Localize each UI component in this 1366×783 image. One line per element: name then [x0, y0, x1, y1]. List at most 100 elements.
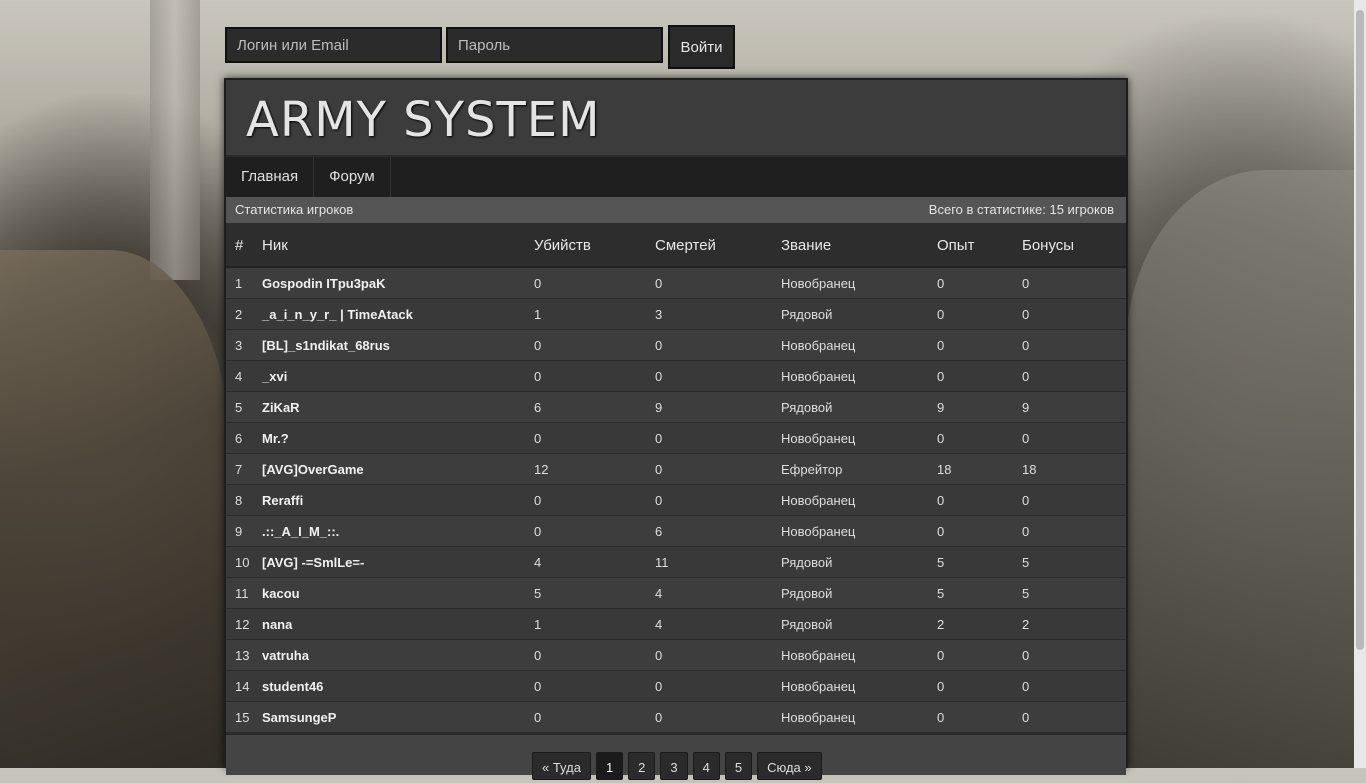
player-nick[interactable]: ZiKaR — [262, 400, 300, 415]
deaths-value: 9 — [655, 400, 663, 415]
rank-value: Ефрейтор — [781, 462, 843, 477]
rank-value: Рядовой — [781, 617, 833, 632]
row-number: 14 — [235, 679, 250, 694]
stats-table-header: # Ник Убийств Смертей Звание Опыт Бонусы — [226, 223, 1126, 268]
stats-subbar: Статистика игроков Всего в статистике: 1… — [226, 197, 1126, 223]
kills-value: 0 — [534, 493, 542, 508]
player-nick[interactable]: .::_A_I_M_::. — [262, 524, 339, 539]
deaths-value: 6 — [655, 524, 663, 539]
bonus-value: 0 — [1022, 307, 1030, 322]
table-row: 8 Reraffi 0 0 Новобранец 0 0 — [226, 485, 1126, 516]
pagination-page[interactable]: 2 — [628, 752, 656, 780]
rank-value: Рядовой — [781, 307, 833, 322]
table-row: 7 [AVG]OverGame 12 0 Ефрейтор 18 18 — [226, 454, 1126, 485]
table-row: 4 _xvi 0 0 Новобранец 0 0 — [226, 361, 1126, 392]
rank-value: Новобранец — [781, 648, 856, 663]
deaths-value: 0 — [655, 462, 663, 477]
pagination-prev[interactable]: « Туда — [532, 752, 591, 780]
deaths-value: 0 — [655, 431, 663, 446]
rank-value: Новобранец — [781, 369, 856, 384]
rank-value: Новобранец — [781, 524, 856, 539]
rank-value: Новобранец — [781, 338, 856, 353]
column-header-deaths: Смертей — [655, 237, 716, 254]
main-panel: ARMY SYSTEM Главная Форум Статистика игр… — [224, 78, 1128, 780]
player-nick[interactable]: SamsungeP — [262, 710, 336, 725]
bonus-value: 0 — [1022, 710, 1030, 725]
deaths-value: 0 — [655, 338, 663, 353]
pagination-page[interactable]: 5 — [724, 752, 753, 780]
pagination: « Туда 1 2 3 4 5 Сюда » — [532, 752, 827, 780]
row-number: 12 — [235, 617, 250, 632]
deaths-value: 0 — [655, 679, 663, 694]
background-scene — [150, 0, 200, 280]
kills-value: 1 — [534, 617, 542, 632]
player-nick[interactable]: [AVG]OverGame — [262, 462, 364, 477]
deaths-value: 4 — [655, 586, 663, 601]
kills-value: 1 — [534, 307, 542, 322]
pagination-page[interactable]: 4 — [692, 752, 720, 780]
nav-item-forum[interactable]: Форум — [314, 157, 391, 197]
kills-value: 12 — [534, 462, 549, 477]
table-row: 11 kacou 5 4 Рядовой 5 5 — [226, 578, 1126, 609]
kills-value: 6 — [534, 400, 542, 415]
login-button[interactable]: Войти — [668, 25, 735, 69]
bonus-value: 0 — [1022, 276, 1030, 291]
stats-table-body: 1 Gospodin ITpu3paK 0 0 Новобранец 0 0 2 _a_i_n_… — [226, 268, 1126, 733]
stats-total: Всего в статистике: 15 игроков — [928, 202, 1114, 217]
deaths-value: 0 — [655, 710, 663, 725]
player-nick[interactable]: [BL]_s1ndikat_68rus — [262, 338, 390, 353]
xp-value: 0 — [937, 369, 945, 384]
nav-item-home[interactable]: Главная — [226, 157, 315, 197]
player-nick[interactable]: Gospodin ITpu3paK — [262, 276, 386, 291]
pagination-next[interactable]: Сюда » — [757, 752, 822, 780]
player-nick[interactable]: Mr.? — [262, 431, 289, 446]
site-logo[interactable]: ARMY SYSTEM — [246, 92, 601, 148]
background-soldier-right — [1126, 170, 1366, 768]
xp-value: 0 — [937, 493, 945, 508]
rank-value: Рядовой — [781, 555, 833, 570]
deaths-value: 4 — [655, 617, 663, 632]
table-row: 14 student46 0 0 Новобранец 0 0 — [226, 671, 1126, 702]
player-nick[interactable]: [AVG] -=SmlLe=- — [262, 555, 364, 570]
player-nick[interactable]: kacou — [262, 586, 300, 601]
deaths-value: 3 — [655, 307, 663, 322]
bonus-value: 0 — [1022, 369, 1030, 384]
player-nick[interactable]: nana — [262, 617, 292, 632]
player-nick[interactable]: student46 — [262, 679, 323, 694]
pagination-page[interactable]: 1 — [595, 752, 624, 780]
xp-value: 2 — [937, 617, 945, 632]
password-input[interactable] — [446, 27, 663, 63]
column-header-xp: Опыт — [937, 237, 975, 254]
row-number: 6 — [235, 431, 243, 446]
deaths-value: 0 — [655, 648, 663, 663]
table-row: 12 nana 1 4 Рядовой 2 2 — [226, 609, 1126, 640]
kills-value: 5 — [534, 586, 542, 601]
player-nick[interactable]: vatruha — [262, 648, 309, 663]
kills-value: 0 — [534, 431, 542, 446]
page-scrollbar[interactable] — [1354, 0, 1366, 768]
player-nick[interactable]: _a_i_n_y_r_ | TimeAtack — [262, 307, 413, 322]
rank-value: Новобранец — [781, 431, 856, 446]
row-number: 10 — [235, 555, 250, 570]
row-number: 8 — [235, 493, 243, 508]
xp-value: 0 — [937, 710, 945, 725]
column-header-nick: Ник — [262, 237, 288, 254]
bonus-value: 0 — [1022, 524, 1030, 539]
kills-value: 0 — [534, 648, 542, 663]
row-number: 4 — [235, 369, 243, 384]
xp-value: 0 — [937, 431, 945, 446]
kills-value: 0 — [534, 710, 542, 725]
site-header: ARMY SYSTEM — [226, 80, 1126, 157]
scrollbar-thumb[interactable] — [1356, 10, 1364, 650]
xp-value: 0 — [937, 338, 945, 353]
pagination-page[interactable]: 3 — [660, 752, 688, 780]
background-soldier-left — [0, 250, 230, 768]
deaths-value: 11 — [655, 555, 669, 570]
player-nick[interactable]: Reraffi — [262, 493, 303, 508]
player-nick[interactable]: _xvi — [262, 369, 287, 384]
kills-value: 0 — [534, 679, 542, 694]
xp-value: 9 — [937, 400, 945, 415]
deaths-value: 0 — [655, 276, 663, 291]
username-input[interactable] — [225, 27, 442, 63]
table-row: 10 [AVG] -=SmlLe=- 4 11 Рядовой 5 5 — [226, 547, 1126, 578]
